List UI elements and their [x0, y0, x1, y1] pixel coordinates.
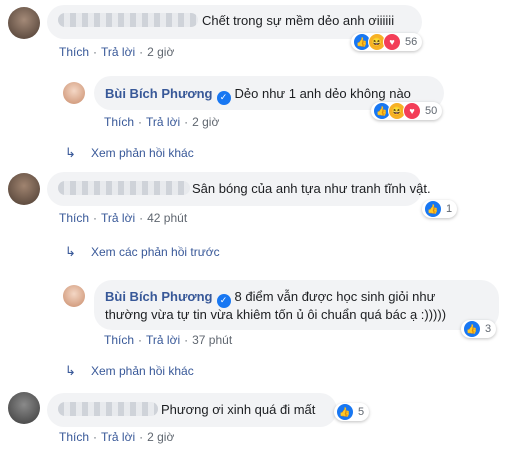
verified-badge-icon: ✓	[216, 293, 231, 308]
view-previous-replies-link[interactable]: ↳ Xem các phản hồi trước	[65, 244, 220, 260]
view-more-replies-link[interactable]: ↳ Xem phản hồi khác	[65, 145, 194, 161]
reactions-badge[interactable]: 👍 3	[461, 320, 497, 338]
comment-text: Sân bóng của anh tựa như tranh tĩnh vật.	[192, 181, 431, 196]
reply-button[interactable]: Trả lời	[101, 430, 135, 444]
verified-badge-icon: ✓	[216, 90, 231, 105]
avatar[interactable]	[63, 285, 85, 307]
like-button[interactable]: Thích	[104, 333, 134, 347]
timestamp[interactable]: 2 giờ	[192, 115, 219, 129]
comment-text: Dẻo như 1 anh dẻo không nào	[234, 86, 411, 101]
reactions-badge[interactable]: 👍 😆 ♥ 56	[351, 33, 423, 51]
comment-actions: Thích · Trả lời · 42 phút	[59, 211, 188, 225]
reactions-badge[interactable]: 👍 5	[334, 403, 370, 421]
reply-arrow-icon: ↳	[65, 363, 76, 378]
like-button[interactable]: Thích	[104, 115, 134, 129]
love-reaction-icon: ♥	[403, 102, 421, 120]
reaction-count: 56	[405, 36, 418, 48]
avatar[interactable]	[8, 7, 40, 39]
redacted-name	[58, 402, 158, 416]
avatar[interactable]	[8, 173, 40, 205]
reaction-count: 1	[446, 203, 453, 215]
reactions-badge[interactable]: 👍 1	[422, 200, 458, 218]
avatar[interactable]	[8, 392, 40, 424]
timestamp[interactable]: 37 phút	[192, 333, 232, 347]
love-reaction-icon: ♥	[383, 33, 401, 51]
reaction-count: 50	[425, 105, 438, 117]
like-reaction-icon: 👍	[424, 200, 442, 218]
reply-button[interactable]: Trả lời	[101, 211, 135, 225]
like-reaction-icon: 👍	[336, 403, 354, 421]
avatar[interactable]	[63, 82, 85, 104]
comment-text-line2: thường vừa tự tin vừa khiêm tốn ủ ôi chu…	[105, 307, 447, 322]
reply-text: Bùi Bích Phương ✓ Dẻo như 1 anh dẻo không …	[105, 86, 411, 105]
commenter-name[interactable]: Bùi Bích Phương	[105, 289, 213, 304]
view-more-replies-link[interactable]: ↳ Xem phản hồi khác	[65, 363, 194, 379]
timestamp[interactable]: 2 giờ	[147, 430, 174, 444]
reply-button[interactable]: Trả lời	[146, 115, 180, 129]
reaction-count: 5	[358, 406, 365, 418]
reactions-badge[interactable]: 👍 😆 ♥ 50	[371, 102, 443, 120]
comment-text: Phương ơi xinh quá đi mất	[161, 402, 316, 417]
redacted-name	[58, 181, 190, 195]
comment-text: Chết trong sự mềm dẻo anh ơiiiiii	[202, 13, 395, 28]
reply-arrow-icon: ↳	[65, 244, 76, 259]
comment-text: 8 điểm vẫn được học sinh giỏi như	[234, 289, 436, 304]
like-button[interactable]: Thích	[59, 211, 89, 225]
timestamp[interactable]: 42 phút	[147, 211, 187, 225]
timestamp[interactable]: 2 giờ	[147, 45, 174, 59]
reply-arrow-icon: ↳	[65, 145, 76, 160]
reply-actions: Thích · Trả lời · 2 giờ	[104, 115, 220, 129]
comment-actions: Thích · Trả lời · 2 giờ	[59, 430, 175, 444]
reaction-count: 3	[485, 323, 492, 335]
reply-button[interactable]: Trả lời	[101, 45, 135, 59]
redacted-name	[58, 13, 198, 27]
reply-actions: Thích · Trả lời · 37 phút	[104, 333, 233, 347]
like-button[interactable]: Thích	[59, 45, 89, 59]
commenter-name[interactable]: Bùi Bích Phương	[105, 86, 213, 101]
like-reaction-icon: 👍	[463, 320, 481, 338]
like-button[interactable]: Thích	[59, 430, 89, 444]
comment-actions: Thích · Trả lời · 2 giờ	[59, 45, 175, 59]
reply-button[interactable]: Trả lời	[146, 333, 180, 347]
reply-text: Bùi Bích Phương ✓ 8 điểm vẫn được học sinh…	[105, 289, 435, 308]
